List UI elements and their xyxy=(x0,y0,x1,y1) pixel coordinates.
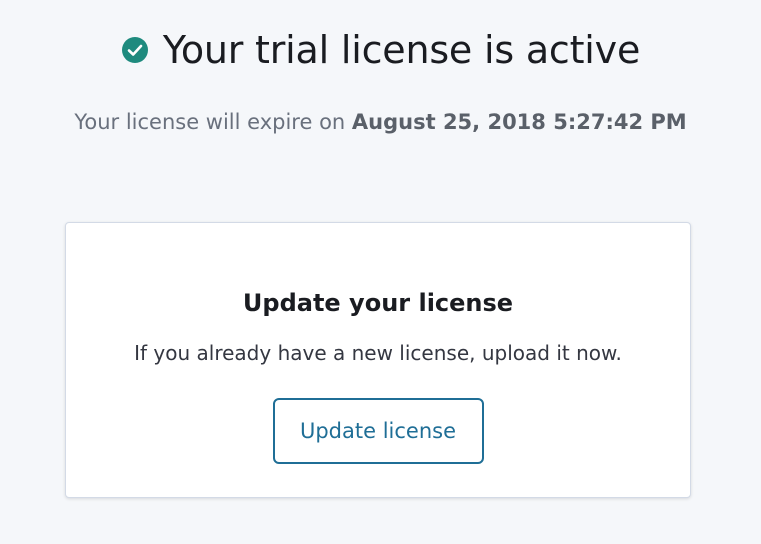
panel-description: If you already have a new license, uploa… xyxy=(134,341,622,365)
title-row: Your trial license is active xyxy=(121,26,640,74)
check-circle-icon xyxy=(121,36,149,64)
panel-title: Update your license xyxy=(242,289,514,317)
license-expiry-text: Your license will expire on August 25, 2… xyxy=(0,108,761,136)
expiry-date: August 25, 2018 5:27:42 PM xyxy=(351,110,687,134)
update-license-panel: Update your license If you already have … xyxy=(65,222,691,498)
license-status-header: Your trial license is active xyxy=(0,26,761,74)
page-title: Your trial license is active xyxy=(162,28,641,72)
update-license-button[interactable]: Update license xyxy=(272,398,484,464)
expiry-prefix: Your license will expire on xyxy=(74,110,352,134)
